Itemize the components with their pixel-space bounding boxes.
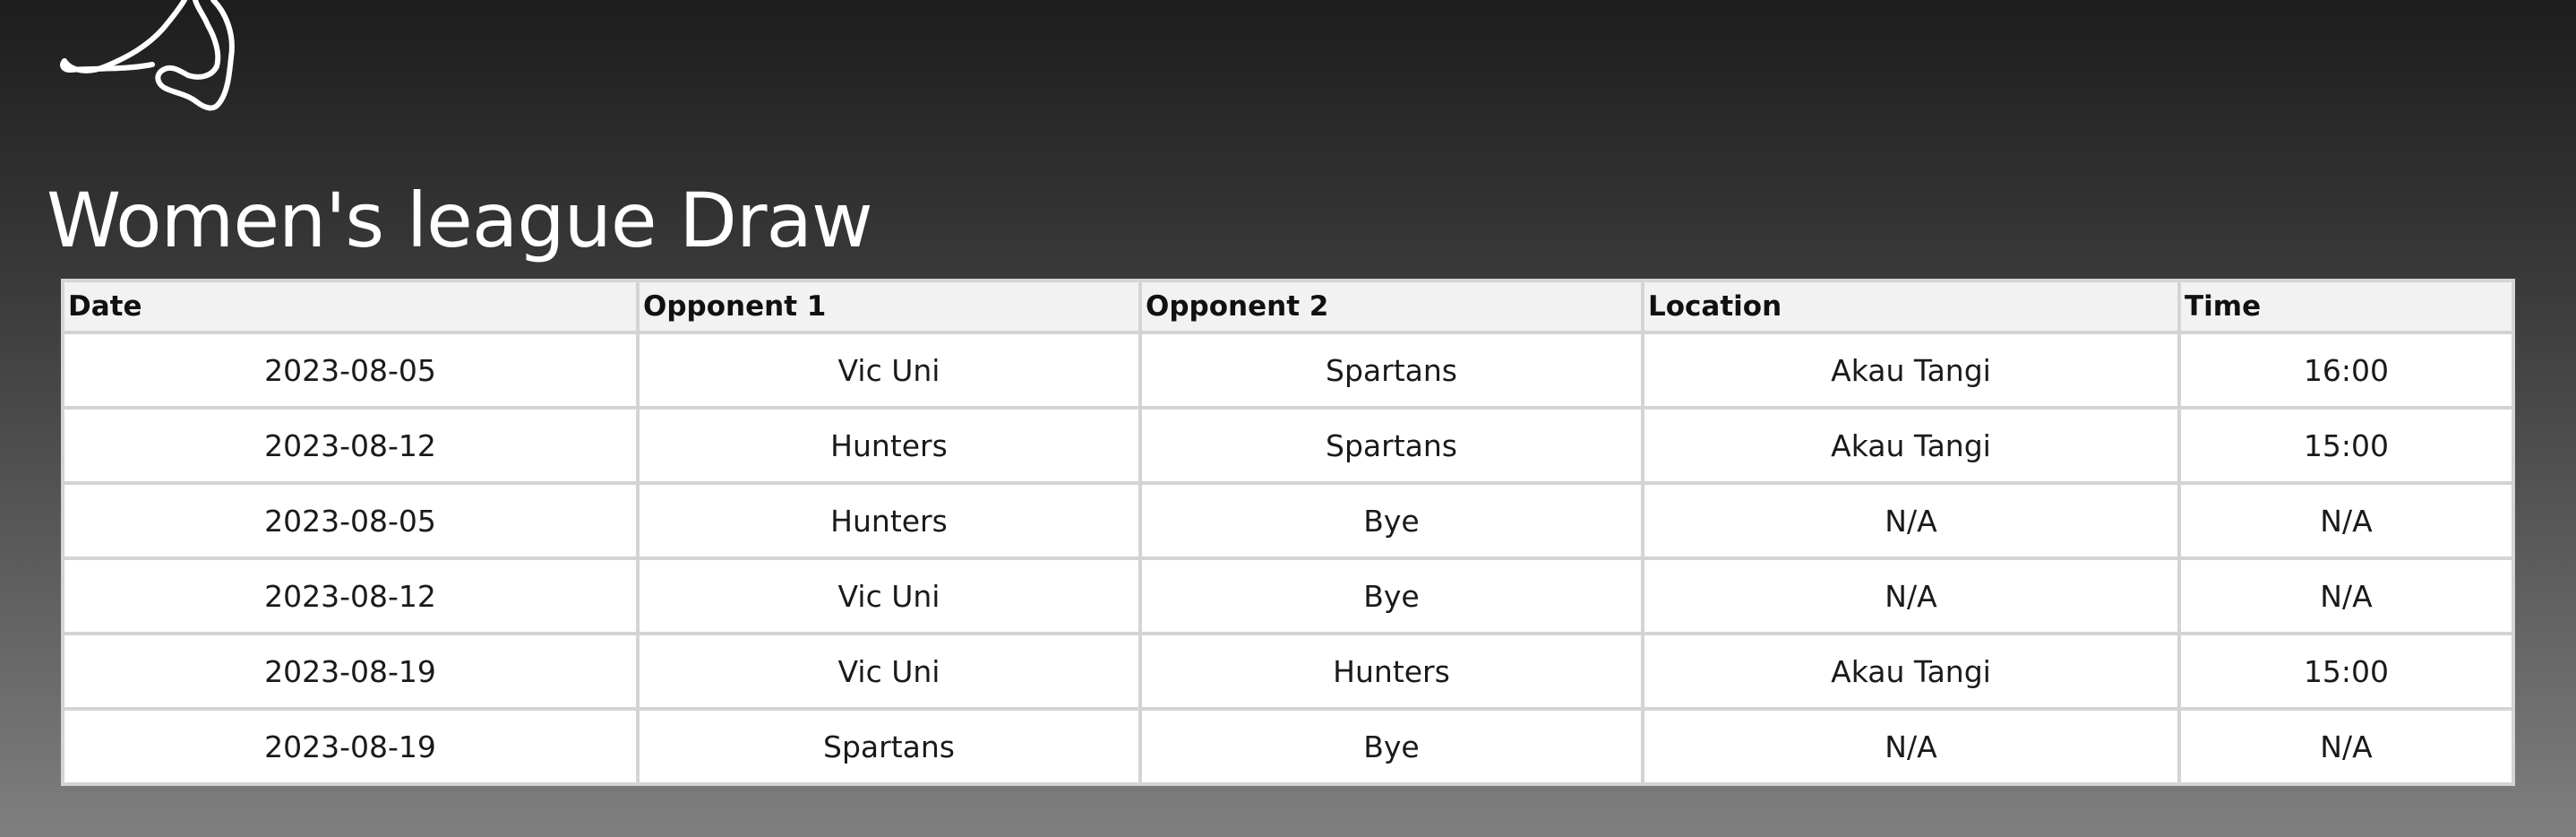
header-opponent-1: Opponent 1 (636, 279, 1142, 334)
table-row: 2023-08-12 Vic Uni Bye N/A N/A (61, 557, 2515, 635)
cell-opponent-2: Bye (1138, 557, 1644, 635)
cell-opponent-2: Spartans (1138, 406, 1644, 485)
cell-opponent-1: Vic Uni (636, 632, 1142, 711)
cell-time: N/A (2177, 557, 2515, 635)
cell-location: Akau Tangi (1641, 406, 2181, 485)
cell-location: N/A (1641, 557, 2181, 635)
cell-opponent-1: Hunters (636, 406, 1142, 485)
cell-opponent-2: Bye (1138, 481, 1644, 560)
header-date: Date (61, 279, 640, 334)
table-row: 2023-08-19 Spartans Bye N/A N/A (61, 707, 2515, 786)
table-row: 2023-08-19 Vic Uni Hunters Akau Tangi 15… (61, 632, 2515, 711)
cell-opponent-1: Vic Uni (636, 331, 1142, 410)
header-location: Location (1641, 279, 2181, 334)
page-title: Women's league Draw (47, 177, 873, 264)
cell-location: Akau Tangi (1641, 632, 2181, 711)
table-row: 2023-08-12 Hunters Spartans Akau Tangi 1… (61, 406, 2515, 485)
cell-opponent-1: Spartans (636, 707, 1142, 786)
cell-location: N/A (1641, 481, 2181, 560)
cell-opponent-1: Vic Uni (636, 557, 1142, 635)
cell-time: N/A (2177, 707, 2515, 786)
cell-opponent-2: Bye (1138, 707, 1644, 786)
cell-time: 16:00 (2177, 331, 2515, 410)
cell-time: N/A (2177, 481, 2515, 560)
header-opponent-2: Opponent 2 (1138, 279, 1644, 334)
cell-date: 2023-08-05 (61, 481, 640, 560)
cell-date: 2023-08-12 (61, 557, 640, 635)
table-row: 2023-08-05 Hunters Bye N/A N/A (61, 481, 2515, 560)
cell-date: 2023-08-19 (61, 707, 640, 786)
cell-time: 15:00 (2177, 406, 2515, 485)
cell-time: 15:00 (2177, 632, 2515, 711)
cell-location: Akau Tangi (1641, 331, 2181, 410)
table-header-row: Date Opponent 1 Opponent 2 Location Time (61, 279, 2515, 334)
draw-table: Date Opponent 1 Opponent 2 Location Time… (61, 279, 2515, 786)
cell-opponent-2: Spartans (1138, 331, 1644, 410)
cell-date: 2023-08-12 (61, 406, 640, 485)
cell-opponent-1: Hunters (636, 481, 1142, 560)
header-time: Time (2177, 279, 2515, 334)
cell-date: 2023-08-05 (61, 331, 640, 410)
cell-date: 2023-08-19 (61, 632, 640, 711)
table-row: 2023-08-05 Vic Uni Spartans Akau Tangi 1… (61, 331, 2515, 410)
cell-location: N/A (1641, 707, 2181, 786)
cell-opponent-2: Hunters (1138, 632, 1644, 711)
athlete-silhouette-icon (60, 0, 235, 111)
